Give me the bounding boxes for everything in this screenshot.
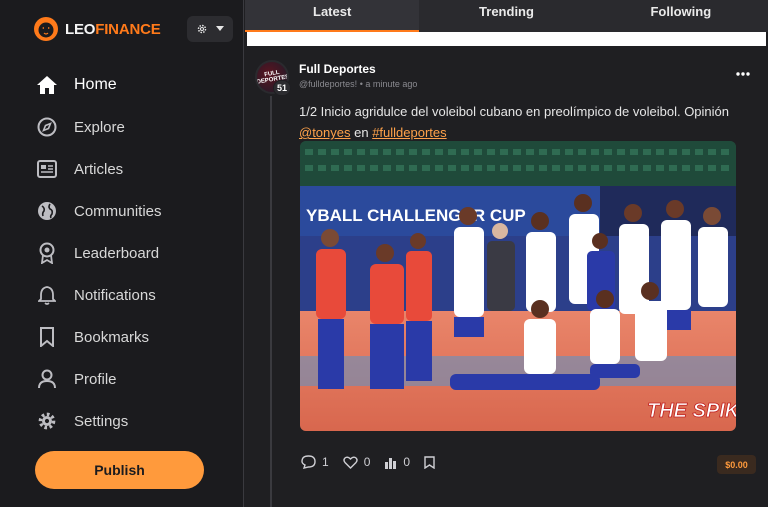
post-time[interactable]: a minute ago [365, 79, 417, 89]
ellipsis-icon [736, 72, 750, 76]
feed-tabs: Latest Trending Following [245, 0, 768, 32]
sidebar-item-label: Explore [74, 118, 125, 136]
reputation-badge: 51 [273, 80, 291, 96]
sidebar-item-explore[interactable]: Explore [36, 106, 226, 148]
main-feed: Latest Trending Following FULL DEPORTES 5… [245, 0, 768, 507]
comment-icon [301, 455, 316, 469]
sidebar-nav: Home Explore Articles Communities Leader… [36, 64, 226, 442]
sidebar-item-label: Leaderboard [74, 244, 160, 262]
like-button[interactable]: 0 [342, 455, 371, 469]
sidebar-item-notifications[interactable]: Notifications [36, 274, 226, 316]
payout-badge[interactable]: $0.00 [717, 455, 756, 474]
publish-button[interactable]: Publish [35, 451, 204, 489]
sidebar: LEO FINANCE Home Explore Articles Commun… [0, 0, 244, 507]
sidebar-item-settings[interactable]: Settings [36, 400, 226, 442]
post-text-mid: en [350, 125, 373, 140]
globe-icon [36, 200, 58, 222]
bookmark-icon [36, 326, 58, 348]
author-name[interactable]: Full Deportes [299, 62, 376, 76]
brand-logo[interactable]: LEO FINANCE [33, 14, 161, 44]
tab-latest[interactable]: Latest [245, 0, 420, 32]
thread-line [270, 96, 272, 507]
award-icon [36, 242, 58, 264]
brand-name-part2: FINANCE [95, 20, 161, 38]
photo-watermark: THE SPIKE [647, 400, 736, 423]
sidebar-item-articles[interactable]: Articles [36, 148, 226, 190]
banner-text: YBALL CHALLENGER CUP [306, 206, 526, 225]
hashtag-link[interactable]: #fulldeportes [372, 125, 446, 140]
post-actions: 1 0 0 [301, 455, 435, 469]
compose-area[interactable] [247, 32, 766, 46]
bookmark-icon [424, 455, 435, 469]
brand-name: LEO FINANCE [65, 21, 161, 38]
sidebar-item-label: Notifications [74, 286, 156, 304]
heart-icon [342, 456, 358, 469]
sidebar-item-profile[interactable]: Profile [36, 358, 226, 400]
bell-icon [36, 284, 58, 306]
sidebar-item-label: Bookmarks [74, 328, 150, 346]
like-count: 0 [363, 455, 371, 469]
meta-separator: • [359, 79, 363, 89]
bookmark-button[interactable] [424, 455, 435, 469]
sidebar-item-label: Articles [74, 160, 124, 178]
sidebar-item-label: Settings [74, 412, 129, 430]
sidebar-item-label: Communities [74, 202, 162, 220]
tab-trending[interactable]: Trending [419, 0, 593, 32]
sidebar-item-communities[interactable]: Communities [36, 190, 226, 232]
more-options-button[interactable] [735, 66, 751, 82]
brand-name-part1: LEO [65, 20, 96, 38]
articles-icon [36, 158, 58, 180]
mention-link[interactable]: @tonyes [299, 125, 351, 140]
team-photo-illustration: YBALL CHALLENGER CUP THE SPI [300, 141, 736, 431]
post-image[interactable]: YBALL CHALLENGER CUP THE SPI [300, 141, 736, 431]
comment-button[interactable]: 1 [301, 455, 329, 469]
bar-chart-icon [385, 457, 397, 469]
sidebar-item-label: Home [74, 76, 117, 93]
tab-following[interactable]: Following [594, 0, 768, 32]
stats-button[interactable]: 0 [384, 455, 410, 469]
gear-icon [36, 410, 58, 432]
compass-icon [36, 116, 58, 138]
stats-count: 0 [403, 455, 411, 469]
chevron-down-icon [216, 26, 224, 31]
app-root: LEO FINANCE Home Explore Articles Commun… [0, 0, 768, 507]
sidebar-item-bookmarks[interactable]: Bookmarks [36, 316, 226, 358]
post-meta: @fulldeportes! • a minute ago [299, 79, 417, 89]
sidebar-item-label: Profile [74, 370, 117, 388]
post-body: 1/2 Inicio agridulce del voleibol cubano… [299, 101, 759, 143]
user-icon [36, 368, 58, 390]
lion-logo-icon [34, 17, 58, 41]
theme-settings-dropdown[interactable] [187, 16, 233, 42]
author-handle[interactable]: @fulldeportes! [299, 79, 357, 89]
watermark-text: THE SPIKE [647, 400, 736, 422]
sidebar-item-leaderboard[interactable]: Leaderboard [36, 232, 226, 274]
gear-icon [197, 24, 207, 34]
post-text-start: 1/2 Inicio agridulce del voleibol cubano… [299, 104, 729, 119]
sidebar-item-home[interactable]: Home [36, 64, 226, 106]
comment-count: 1 [322, 455, 329, 469]
home-icon [36, 74, 58, 96]
